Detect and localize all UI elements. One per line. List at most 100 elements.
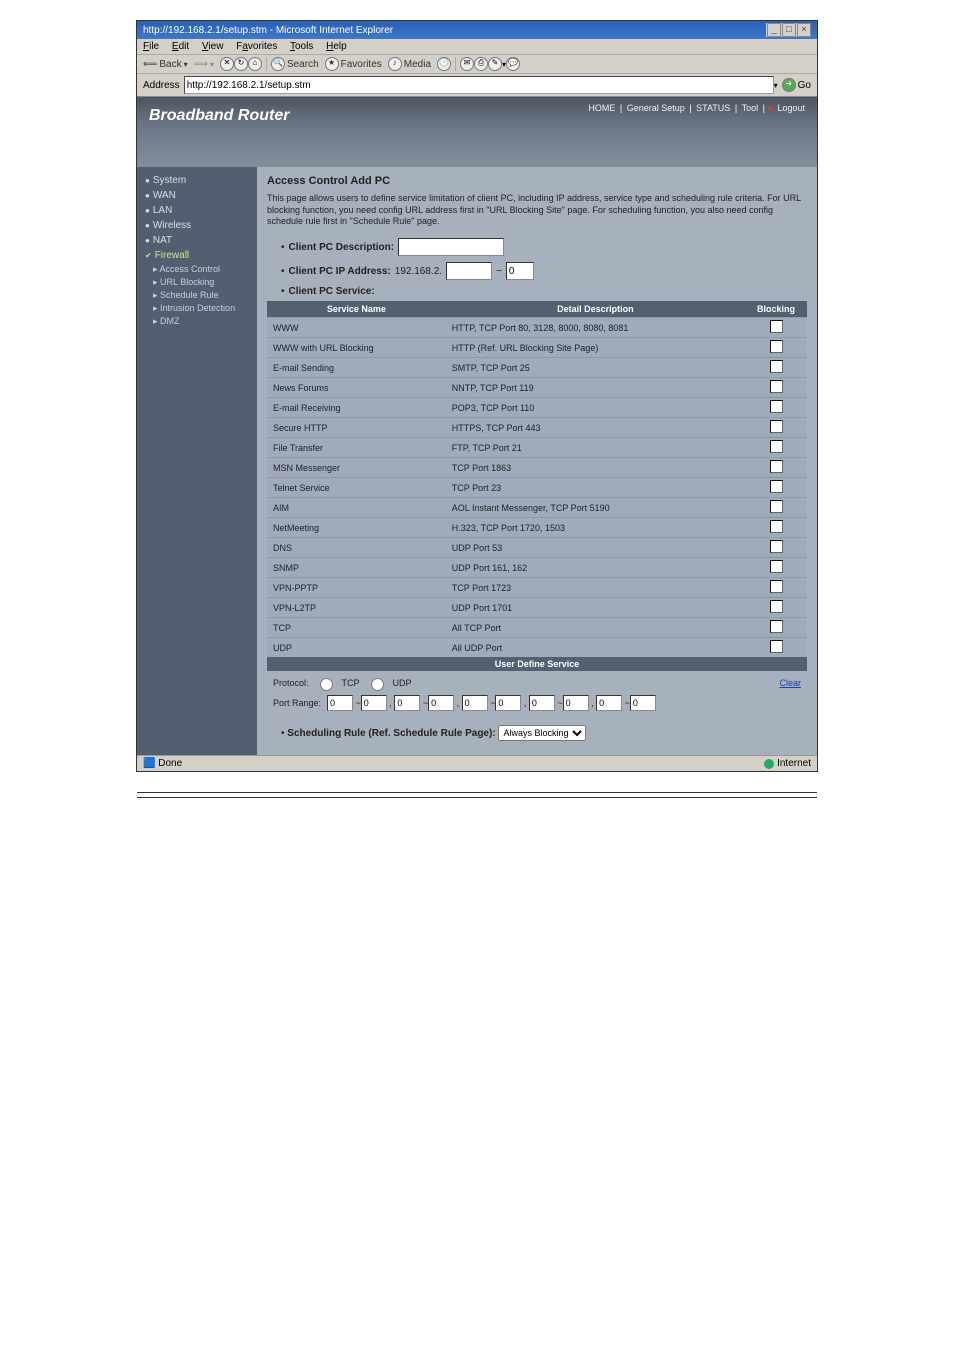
table-row: MSN MessengerTCP Port 1863 [267, 458, 807, 478]
blocking-checkbox[interactable] [770, 360, 783, 373]
address-dropdown-icon[interactable]: ▾ [774, 81, 778, 90]
ip-to-input[interactable] [506, 262, 534, 280]
port-to-input[interactable] [361, 695, 387, 711]
menu-help[interactable]: Help [326, 41, 347, 52]
mail-icon[interactable]: ✉ [460, 57, 474, 71]
menu-edit[interactable]: Edit [172, 41, 189, 52]
page-intro: This page allows users to define service… [267, 193, 807, 228]
service-name: MSN Messenger [267, 458, 446, 478]
service-name: VPN-PPTP [267, 578, 446, 598]
port-from-input[interactable] [529, 695, 555, 711]
blocking-checkbox[interactable] [770, 540, 783, 553]
port-from-input[interactable] [394, 695, 420, 711]
port-to-input[interactable] [630, 695, 656, 711]
table-row: NetMeetingH.323, TCP Port 1720, 1503 [267, 518, 807, 538]
blocking-checkbox[interactable] [770, 460, 783, 473]
sidebar-sub-intrusion-detection[interactable]: ▸ Intrusion Detection [137, 302, 257, 315]
blocking-checkbox[interactable] [770, 560, 783, 573]
menu-file[interactable]: File [143, 41, 159, 52]
history-icon[interactable]: 🕑 [437, 57, 451, 71]
print-icon[interactable]: ⎙ [474, 57, 488, 71]
back-button[interactable]: ⟸ Back ▾ [143, 59, 188, 70]
blocking-checkbox[interactable] [770, 580, 783, 593]
main-panel: Access Control Add PC This page allows u… [257, 167, 817, 755]
favorites-button[interactable]: ★Favorites [325, 57, 382, 71]
hdr-link-status[interactable]: STATUS [696, 103, 730, 113]
service-detail: TCP Port 1723 [446, 578, 745, 598]
hdr-link-tool[interactable]: Tool [742, 103, 759, 113]
service-detail: UDP Port 1701 [446, 598, 745, 618]
home-icon[interactable]: ⌂ [248, 57, 262, 71]
blocking-checkbox[interactable] [770, 400, 783, 413]
user-define-service-header: User Define Service [267, 657, 807, 671]
blocking-checkbox[interactable] [770, 380, 783, 393]
blocking-checkbox[interactable] [770, 520, 783, 533]
address-label: Address [143, 80, 180, 91]
edit-icon[interactable]: ✎ [488, 57, 502, 71]
header-links: HOME | General Setup | STATUS | Tool | ●… [586, 103, 807, 113]
sidebar-item-wan[interactable]: ●WAN [137, 188, 257, 203]
blocking-checkbox[interactable] [770, 480, 783, 493]
hdr-link-home[interactable]: HOME [588, 103, 615, 113]
service-name: DNS [267, 538, 446, 558]
protocol-udp-radio[interactable] [371, 678, 384, 691]
close-button[interactable]: × [797, 23, 811, 37]
sidebar-item-system[interactable]: ●System [137, 173, 257, 188]
ip-from-input[interactable] [446, 262, 492, 280]
service-name: UDP [267, 638, 446, 658]
blocking-checkbox[interactable] [770, 620, 783, 633]
service-detail: NNTP, TCP Port 119 [446, 378, 745, 398]
sidebar-item-wireless[interactable]: ●Wireless [137, 218, 257, 233]
media-button[interactable]: ♪Media [388, 57, 431, 71]
service-name: E-mail Sending [267, 358, 446, 378]
port-from-input[interactable] [596, 695, 622, 711]
sidebar-item-firewall[interactable]: ✔Firewall [137, 248, 257, 263]
port-to-input[interactable] [495, 695, 521, 711]
menu-tools[interactable]: Tools [290, 41, 313, 52]
menu-view[interactable]: View [202, 41, 224, 52]
ip-prefix: 192.168.2. [395, 266, 442, 277]
address-input[interactable] [184, 76, 774, 94]
menubar: File Edit View Favorites Tools Help [137, 39, 817, 55]
search-button[interactable]: 🔍Search [271, 57, 319, 71]
schedule-select[interactable]: Always Blocking [498, 725, 586, 741]
port-from-input[interactable] [462, 695, 488, 711]
statusbar: 🟦 Done Internet [137, 755, 817, 771]
service-detail: All TCP Port [446, 618, 745, 638]
sidebar-sub-url-blocking[interactable]: ▸ URL Blocking [137, 276, 257, 289]
hdr-link-logout[interactable]: Logout [777, 103, 805, 113]
address-bar: Address ▾ ➜Go [137, 74, 817, 97]
blocking-checkbox[interactable] [770, 340, 783, 353]
sidebar-sub-access-control[interactable]: ▸ Access Control [137, 263, 257, 276]
protocol-tcp-radio[interactable] [320, 678, 333, 691]
go-button[interactable]: ➜Go [782, 78, 811, 92]
port-to-input[interactable] [563, 695, 589, 711]
blocking-checkbox[interactable] [770, 420, 783, 433]
service-name: NetMeeting [267, 518, 446, 538]
table-row: File TransferFTP, TCP Port 21 [267, 438, 807, 458]
discuss-icon[interactable]: 💬 [506, 57, 520, 71]
blocking-checkbox[interactable] [770, 320, 783, 333]
port-from-input[interactable] [327, 695, 353, 711]
minimize-button[interactable]: _ [767, 23, 781, 37]
service-detail: UDP Port 161, 162 [446, 558, 745, 578]
service-detail: UDP Port 53 [446, 538, 745, 558]
sidebar-sub-schedule-rule[interactable]: ▸ Schedule Rule [137, 289, 257, 302]
sidebar-sub-dmz[interactable]: ▸ DMZ [137, 315, 257, 328]
blocking-checkbox[interactable] [770, 600, 783, 613]
sidebar-item-lan[interactable]: ●LAN [137, 203, 257, 218]
sidebar-item-nat[interactable]: ●NAT [137, 233, 257, 248]
forward-button[interactable]: ⟹ ▾ [194, 59, 214, 70]
blocking-checkbox[interactable] [770, 640, 783, 653]
menu-favorites[interactable]: Favorites [236, 41, 277, 52]
blocking-checkbox[interactable] [770, 500, 783, 513]
port-to-input[interactable] [428, 695, 454, 711]
stop-icon[interactable]: ✕ [220, 57, 234, 71]
refresh-icon[interactable]: ↻ [234, 57, 248, 71]
blocking-checkbox[interactable] [770, 440, 783, 453]
protocol-row: Protocol: TCP UDP Clear [267, 671, 807, 695]
maximize-button[interactable]: □ [782, 23, 796, 37]
client-description-input[interactable] [398, 238, 504, 256]
clear-link[interactable]: Clear [779, 678, 801, 688]
hdr-link-general[interactable]: General Setup [627, 103, 685, 113]
